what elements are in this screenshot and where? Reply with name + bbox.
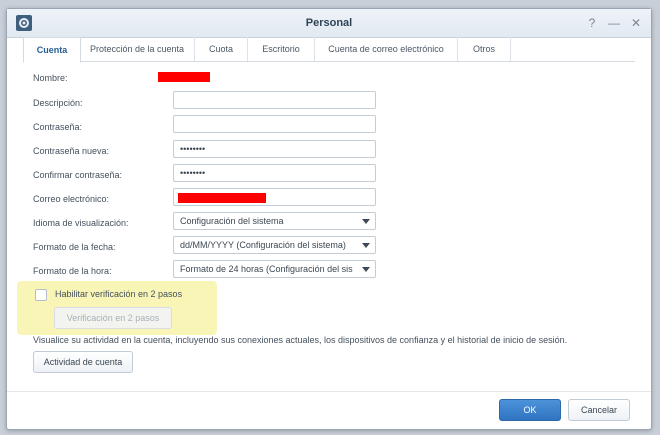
email-input[interactable] — [173, 188, 376, 206]
tab-cuota[interactable]: Cuota — [195, 37, 248, 61]
two-step-checkbox-label[interactable]: Habilitar verificación en 2 pasos — [55, 289, 182, 299]
tab-otros[interactable]: Otros — [458, 37, 511, 61]
activity-description: Visualice su actividad en la cuenta, inc… — [33, 335, 568, 345]
email-value-redacted — [178, 193, 266, 203]
name-label: Nombre: — [33, 73, 68, 83]
confirm-password-label: Confirmar contraseña: — [33, 170, 123, 180]
time-format-select-value: Formato de 24 horas (Configuración del s… — [180, 264, 353, 274]
tab-proteccion-cuenta[interactable]: Protección de la cuenta — [80, 37, 195, 61]
email-label: Correo electrónico: — [33, 194, 110, 204]
ok-button[interactable]: OK — [499, 399, 561, 421]
close-button[interactable]: ✕ — [627, 14, 645, 32]
description-label: Descripción: — [33, 98, 83, 108]
two-step-button[interactable]: Verificación en 2 pasos — [54, 307, 172, 329]
date-format-select[interactable]: dd/MM/YYYY (Configuración del sistema) — [173, 236, 376, 254]
help-button[interactable]: ? — [583, 14, 601, 32]
description-input[interactable] — [173, 91, 376, 109]
tab-cuenta-correo[interactable]: Cuenta de correo electrónico — [315, 37, 458, 61]
confirm-password-input[interactable]: •••••••• — [173, 164, 376, 182]
chevron-down-icon — [362, 267, 370, 272]
personal-dialog: Personal ? — ✕ Cuenta Protección de la c… — [6, 8, 652, 430]
time-format-select[interactable]: Formato de 24 horas (Configuración del s… — [173, 260, 376, 278]
cancel-button[interactable]: Cancelar — [568, 399, 630, 421]
language-label: Idioma de visualización: — [33, 218, 129, 228]
title-bar: Personal ? — ✕ — [7, 9, 651, 38]
new-password-label: Contraseña nueva: — [33, 146, 110, 156]
chevron-down-icon — [362, 219, 370, 224]
new-password-input[interactable]: •••••••• — [173, 140, 376, 158]
language-select-value: Configuración del sistema — [180, 216, 284, 226]
tab-bar: Cuenta Protección de la cuenta Cuota Esc… — [23, 37, 635, 63]
chevron-down-icon — [362, 243, 370, 248]
date-format-label: Formato de la fecha: — [33, 242, 116, 252]
tab-cuenta[interactable]: Cuenta — [23, 37, 81, 63]
language-select[interactable]: Configuración del sistema — [173, 212, 376, 230]
password-input[interactable] — [173, 115, 376, 133]
account-activity-button[interactable]: Actividad de cuenta — [33, 351, 133, 373]
password-label: Contraseña: — [33, 122, 83, 132]
name-value-redacted — [158, 72, 210, 82]
minimize-button[interactable]: — — [605, 14, 623, 32]
window-title: Personal — [305, 17, 353, 29]
two-step-checkbox[interactable] — [35, 289, 47, 301]
footer-divider — [7, 391, 651, 392]
time-format-label: Formato de la hora: — [33, 266, 112, 276]
date-format-select-value: dd/MM/YYYY (Configuración del sistema) — [180, 240, 346, 250]
tab-escritorio[interactable]: Escritorio — [248, 37, 315, 61]
